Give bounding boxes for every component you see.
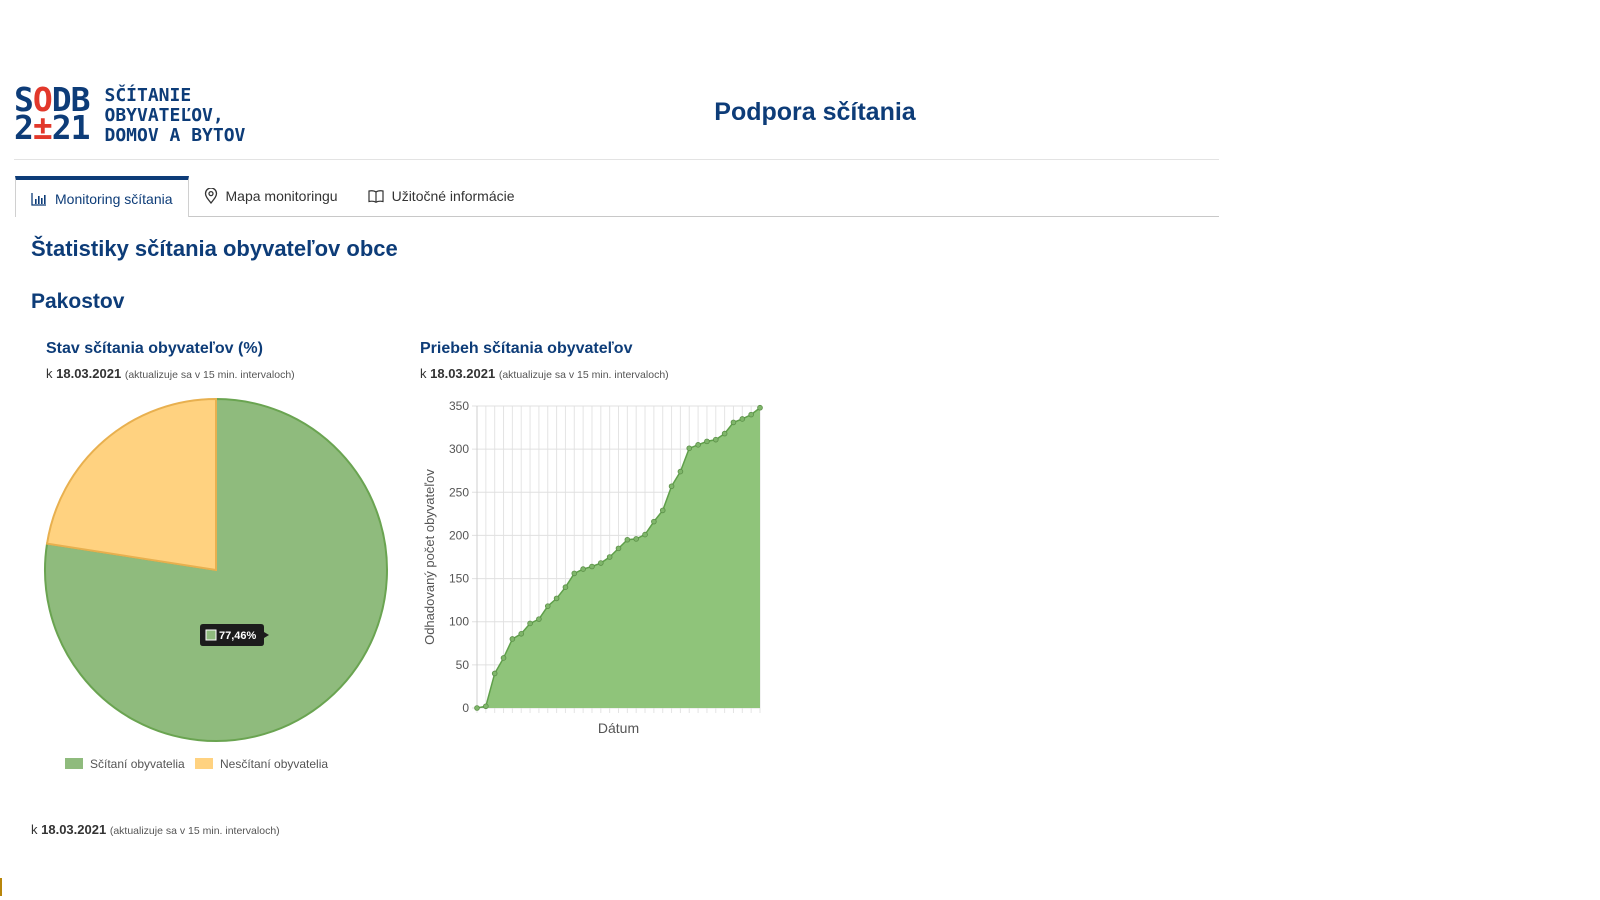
y-tick-label: 150 xyxy=(449,572,469,586)
tab-label: Užitočné informácie xyxy=(391,188,515,204)
tab-map[interactable]: Mapa monitoringu xyxy=(189,176,353,216)
data-point xyxy=(721,430,728,437)
data-point xyxy=(633,536,639,542)
data-point xyxy=(491,670,498,677)
data-point xyxy=(606,554,613,560)
bar-chart-icon xyxy=(31,192,46,206)
y-tick-label: 300 xyxy=(449,442,469,456)
area-chart-title: Priebeh sčítania obyvateľov xyxy=(420,340,633,357)
y-tick-label: 200 xyxy=(449,528,469,542)
municipality-name: Pakostov xyxy=(31,290,125,313)
pie-asof: k 18.03.2021 (aktualizuje sa v 15 min. i… xyxy=(46,366,295,381)
data-point xyxy=(668,483,675,490)
tab-label: Mapa monitoringu xyxy=(225,188,338,204)
data-point xyxy=(483,703,489,710)
data-point xyxy=(527,620,533,627)
data-point xyxy=(677,468,684,475)
tab-label: Monitoring sčítania xyxy=(55,190,173,207)
data-point xyxy=(571,570,578,577)
book-icon xyxy=(367,190,384,203)
legend-label-uncounted: Nesčítaní obyvatelia xyxy=(220,757,328,771)
pie-tooltip: 77,46% xyxy=(200,624,269,646)
legend-label-counted: Sčítaní obyvatelia xyxy=(90,757,185,771)
y-tick-label: 350 xyxy=(449,399,469,413)
x-axis-label: Dátum xyxy=(598,720,639,736)
data-point xyxy=(500,655,507,661)
pie-chart-title: Stav sčítania obyvateľov (%) xyxy=(46,340,263,357)
page-heading: Štatistiky sčítania obyvateľov obce xyxy=(31,236,398,261)
data-point xyxy=(518,630,525,637)
data-point xyxy=(739,416,746,422)
data-point xyxy=(704,438,710,445)
y-tick-label: 250 xyxy=(449,485,469,499)
data-point xyxy=(580,566,586,572)
data-point xyxy=(544,603,551,609)
data-point xyxy=(598,560,604,566)
data-point xyxy=(562,584,569,591)
data-point xyxy=(712,436,719,443)
y-axis-label: Odhadovaný počet obyvateľov xyxy=(422,469,437,645)
data-point xyxy=(553,595,560,602)
y-axis-ticks: 0 50 100 150 200 250 300 350 xyxy=(449,399,469,715)
data-point xyxy=(748,411,754,418)
site-title: Podpora sčítania xyxy=(714,98,916,126)
legend-swatch-uncounted xyxy=(195,758,213,769)
data-point xyxy=(686,445,693,452)
data-point xyxy=(509,636,516,642)
area-asof: k 18.03.2021 (aktualizuje sa v 15 min. i… xyxy=(420,366,669,381)
data-point xyxy=(615,545,622,552)
data-point xyxy=(757,404,763,411)
pie-chart[interactable]: 77,46% Sčítaní obyvatelia Nesčítaní obyv… xyxy=(40,398,400,798)
data-point xyxy=(695,442,701,448)
edge-marker xyxy=(0,878,2,896)
data-point xyxy=(589,563,595,570)
y-tick-label: 50 xyxy=(456,658,470,672)
header-divider xyxy=(14,159,1219,160)
data-point xyxy=(642,531,648,538)
pie-slice-uncounted[interactable] xyxy=(45,398,217,572)
data-point xyxy=(659,507,666,514)
data-point xyxy=(624,536,631,543)
tab-monitoring[interactable]: Monitoring sčítania xyxy=(15,176,189,217)
data-point xyxy=(651,518,657,525)
pie-legend: Sčítaní obyvatelia Nesčítaní obyvatelia xyxy=(65,757,328,771)
tab-info[interactable]: Užitočné informácie xyxy=(353,176,530,216)
y-tick-label: 0 xyxy=(462,701,469,715)
map-pin-icon xyxy=(204,188,217,204)
data-point xyxy=(474,705,480,711)
bottom-asof: k 18.03.2021 (aktualizuje sa v 15 min. i… xyxy=(31,822,280,837)
data-point xyxy=(536,616,542,622)
data-point xyxy=(730,419,737,426)
y-tick-label: 100 xyxy=(449,615,469,629)
area-chart[interactable]: 0 50 100 150 200 250 300 350 Dátum Odhadovaný p… xyxy=(420,398,800,758)
main-tabs: Monitoring sčítania Mapa monitoringu Uži… xyxy=(15,176,1219,217)
legend-swatch-counted xyxy=(65,758,83,769)
pie-tooltip-text: 77,46% xyxy=(219,630,257,642)
